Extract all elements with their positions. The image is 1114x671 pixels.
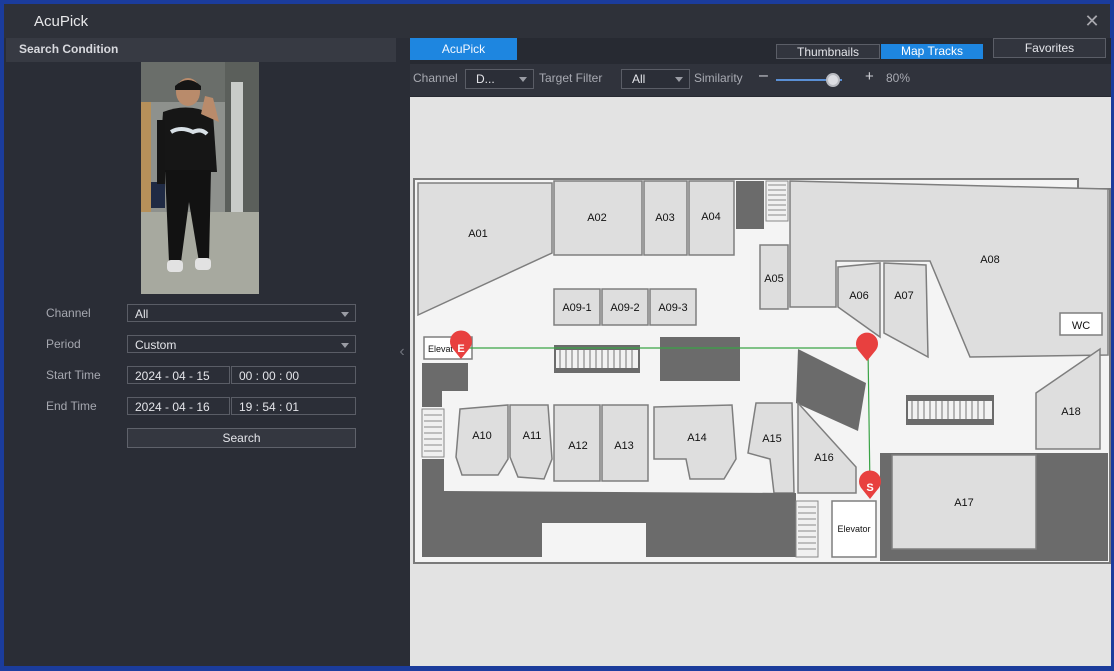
title-bar: AcuPick ✕ [4, 4, 1110, 38]
room-label: A16 [814, 452, 834, 464]
target-filter-select[interactable]: All [621, 69, 690, 89]
search-condition-header: Search Condition [6, 38, 396, 62]
room-label: A09-2 [610, 302, 639, 314]
collapse-panel-icon[interactable]: ‹ [396, 340, 408, 364]
map-tracks-button[interactable]: Map Tracks [881, 44, 983, 59]
period-label: Period [46, 337, 81, 351]
person-image [141, 62, 259, 294]
search-condition-title: Search Condition [19, 42, 119, 56]
room-label: A04 [701, 211, 721, 223]
end-date-input[interactable]: 2024 - 04 - 16 [127, 397, 230, 415]
room-label: A09-3 [658, 302, 687, 314]
room-label: A09-1 [562, 302, 591, 314]
floor-plan: A01 A02 A03 A04 A05 A08 A06 A07 WC A09-1… [413, 178, 1111, 564]
thumbnails-button[interactable]: Thumbnails [776, 44, 880, 59]
target-filter-label: Target Filter [539, 71, 603, 85]
period-value: Custom [135, 338, 177, 352]
target-filter-value: All [632, 72, 646, 86]
room-label: A10 [472, 430, 492, 442]
channel-select[interactable]: All [127, 304, 356, 322]
start-time-label: Start Time [46, 368, 101, 382]
room-label: A18 [1061, 406, 1081, 418]
acupick-window: AcuPick ✕ Search Condition Channel All P… [0, 0, 1114, 670]
start-date-value: 2024 - 04 - 15 [135, 369, 210, 383]
tab-acupick[interactable]: AcuPick [410, 38, 517, 60]
room-label: A14 [687, 432, 707, 444]
room-label: A12 [568, 440, 588, 452]
similarity-increase-icon[interactable]: + [865, 68, 874, 85]
target-person-photo [141, 62, 259, 294]
room-label: A02 [587, 212, 607, 224]
toolbar-channel-value: D... [476, 72, 495, 86]
channel-label: Channel [46, 306, 91, 320]
end-time-value: 19 : 54 : 01 [239, 400, 300, 414]
end-date-value: 2024 - 04 - 16 [135, 400, 210, 414]
start-marker-label: S [866, 482, 873, 494]
start-time-input[interactable]: 00 : 00 : 00 [231, 366, 356, 384]
results-panel: AcuPick Thumbnails Map Tracks Favorites … [410, 38, 1111, 666]
room-label: A17 [954, 497, 974, 509]
close-icon[interactable]: ✕ [1082, 11, 1102, 31]
channel-value: All [135, 307, 149, 321]
toolbar-channel-label: Channel [413, 71, 458, 85]
room-label: A05 [764, 273, 784, 285]
chevron-down-icon [341, 343, 349, 348]
wc-label: WC [1072, 320, 1090, 332]
end-time-label: End Time [46, 399, 97, 413]
end-marker-label: E [457, 343, 464, 355]
room-label: A01 [468, 228, 488, 240]
period-select[interactable]: Custom [127, 335, 356, 353]
chevron-down-icon [675, 77, 683, 82]
toolbar-channel-select[interactable]: D... [465, 69, 534, 89]
room-a11 [509, 404, 553, 480]
room-label: A03 [655, 212, 675, 224]
favorites-button[interactable]: Favorites [993, 38, 1106, 58]
room-label: A11 [523, 430, 542, 442]
search-condition-panel: Search Condition Channel All Period Cust… [6, 38, 396, 666]
room-label: A13 [614, 440, 634, 452]
chevron-down-icon [519, 77, 527, 82]
room-label: A06 [849, 290, 869, 302]
floor-map[interactable]: A01 A02 A03 A04 A05 A08 A06 A07 WC A09-1… [410, 97, 1111, 666]
similarity-decrease-icon[interactable]: – [759, 67, 768, 85]
elevator-left-label: Elevat [428, 344, 454, 354]
room-label: A15 [762, 433, 782, 445]
similarity-slider-handle[interactable] [825, 73, 840, 87]
elevator-right-label: Elevator [837, 524, 870, 534]
end-time-input[interactable]: 19 : 54 : 01 [231, 397, 356, 415]
search-button[interactable]: Search [127, 428, 356, 448]
room-label: A07 [894, 290, 914, 302]
start-time-value: 00 : 00 : 00 [239, 369, 300, 383]
window-title: AcuPick [34, 13, 89, 30]
filter-toolbar: Channel D... Target Filter All Similarit… [410, 64, 1111, 96]
similarity-label: Similarity [694, 71, 743, 85]
room-label: A08 [980, 254, 1000, 266]
start-date-input[interactable]: 2024 - 04 - 15 [127, 366, 230, 384]
chevron-down-icon [341, 312, 349, 317]
similarity-percent: 80% [886, 71, 911, 85]
